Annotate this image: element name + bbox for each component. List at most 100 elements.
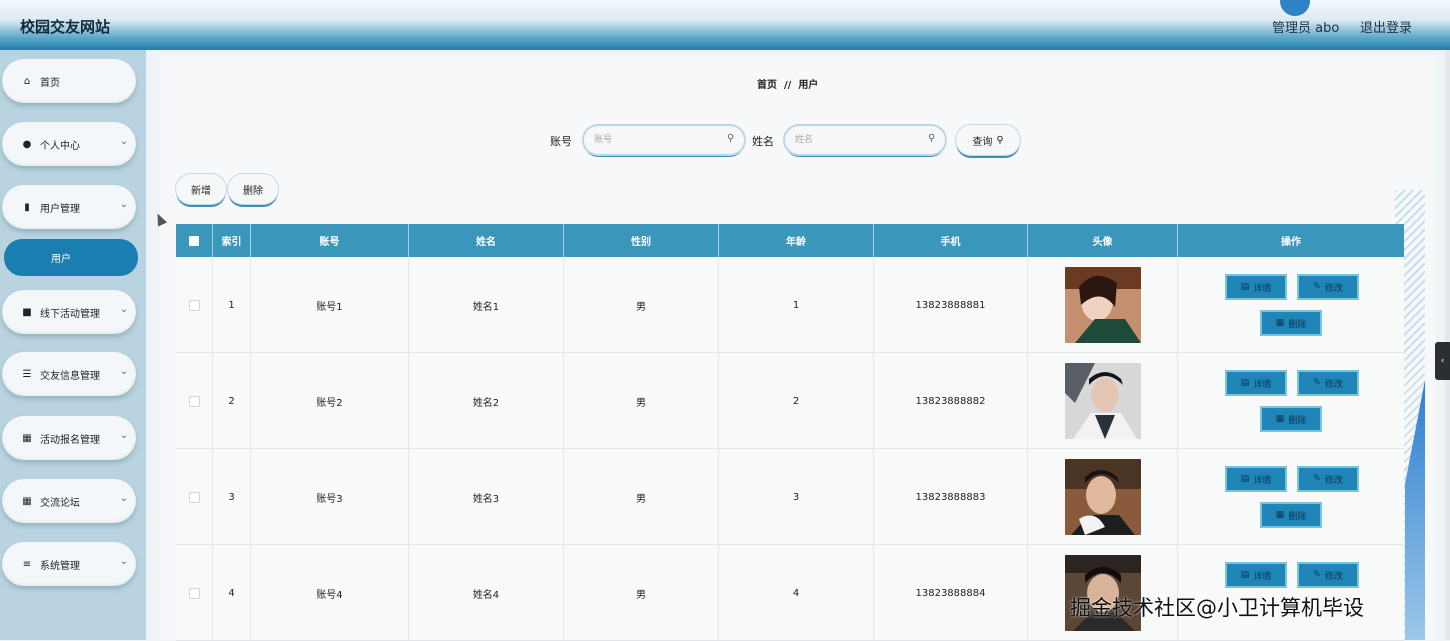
avatar (1280, 0, 1310, 16)
column-header: 性别 (564, 224, 719, 257)
column-header: 姓名 (409, 224, 564, 257)
name-cell: 姓名4 (409, 545, 564, 641)
edit-button[interactable]: ✎ 修改 (1297, 562, 1359, 588)
row-select-cell (176, 353, 213, 449)
chevron-left-icon: ‹ (1440, 356, 1445, 366)
sidebar-item-system[interactable]: ≡ 系统管理 ⌄ (2, 542, 136, 586)
detail-label: 详情 (1253, 571, 1272, 582)
sidebar-item-dating-info[interactable]: ☰ 交友信息管理 ⌄ (2, 352, 136, 396)
avatar-cell (1028, 353, 1178, 449)
edit-icon: ✎ (1313, 282, 1321, 292)
detail-label: 详情 (1253, 475, 1272, 486)
edit-icon: ✎ (1313, 378, 1321, 388)
collapse-tab[interactable]: ‹ (1435, 342, 1450, 380)
sidebar-item-offline-activity[interactable]: ■ 线下活动管理 ⌄ (2, 290, 136, 334)
row-delete-button[interactable]: ▦ 删除 (1260, 502, 1322, 528)
sidebar-subitem-user[interactable]: 用户 (4, 239, 138, 276)
avatar (1064, 363, 1141, 439)
chevron-down-icon: ⌄ (119, 199, 128, 210)
table-header: 索引 账号 姓名 性别 年龄 手机 头像 操作 (176, 224, 1404, 257)
avatar-cell (1028, 449, 1178, 545)
select-all-checkbox[interactable] (189, 235, 199, 246)
index-cell: 3 (213, 449, 251, 545)
sliders-icon: ≡ (22, 558, 32, 570)
detail-button[interactable]: ▤ 详情 (1225, 466, 1287, 492)
breadcrumb-current: 用户 (798, 80, 819, 91)
delete-label: 删除 (1288, 511, 1307, 522)
name-cell: 姓名2 (409, 353, 564, 449)
watermark: 掘金技术社区@小卫计算机毕设 (1070, 596, 1364, 620)
row-checkbox[interactable] (188, 491, 200, 503)
column-header: 索引 (213, 224, 251, 257)
row-checkbox[interactable] (188, 299, 200, 311)
add-button[interactable]: 新增 (176, 174, 226, 204)
chevron-down-icon: ⌄ (119, 556, 128, 567)
top-header: 校园交友网站 管理员 abo 退出登录 (0, 0, 1450, 50)
gender-cell: 男 (564, 449, 719, 545)
gender-cell: 男 (564, 353, 719, 449)
grid-icon: ▦ (22, 432, 32, 444)
sidebar-item-personal-center[interactable]: ● 个人中心 ⌄ (2, 122, 136, 166)
chevron-down-icon: ⌄ (119, 430, 128, 441)
age-cell: 2 (719, 353, 874, 449)
delete-label: 删除 (1288, 415, 1307, 426)
row-checkbox[interactable] (188, 395, 200, 407)
sidebar-item-label: 个人中心 (40, 140, 80, 152)
column-header: 账号 (251, 224, 409, 257)
user-icon: ● (22, 138, 32, 150)
column-header: 操作 (1281, 237, 1301, 248)
column-header: 头像 (1028, 224, 1178, 257)
table-row: 3 账号3 姓名3 男 3 13823888883 ▤ 详情 ✎ 修改 ▦ 删除 (176, 449, 1404, 545)
site-title: 校园交友网站 (20, 18, 111, 36)
search-icon: ⚲ (727, 133, 735, 144)
name-search-input[interactable] (785, 126, 945, 154)
logout-link[interactable]: 退出登录 (1360, 17, 1412, 36)
account-cell: 账号1 (251, 257, 409, 353)
briefcase-icon: ■ (22, 306, 32, 318)
edit-button[interactable]: ✎ 修改 (1297, 370, 1359, 396)
breadcrumb-home[interactable]: 首页 (757, 80, 777, 91)
account-cell: 账号4 (251, 545, 409, 641)
sidebar-item-activity-signup[interactable]: ▦ 活动报名管理 ⌄ (2, 416, 136, 460)
account-search-input[interactable] (584, 126, 744, 154)
detail-button[interactable]: ▤ 详情 (1225, 562, 1287, 588)
sidebar-item-home[interactable]: ⌂ 首页 (2, 59, 136, 103)
avatar (1064, 459, 1141, 535)
search-icon: ⚲ (928, 133, 936, 144)
breadcrumb: 首页 // 用户 (757, 76, 818, 91)
trash-icon: ▦ (1275, 414, 1285, 424)
gender-cell: 男 (564, 257, 719, 353)
detail-button[interactable]: ▤ 详情 (1225, 274, 1287, 300)
sidebar-item-label: 用户管理 (40, 203, 80, 215)
breadcrumb-separator: // (784, 80, 792, 91)
phone-cell: 13823888881 (874, 257, 1028, 353)
delete-button[interactable]: 删除 (228, 174, 278, 204)
row-delete-button[interactable]: ▦ 删除 (1260, 310, 1322, 336)
list-icon: ☰ (22, 368, 32, 380)
row-select-cell (176, 257, 213, 353)
row-checkbox[interactable] (188, 587, 200, 599)
edit-label: 修改 (1324, 283, 1343, 294)
sidebar-item-forum[interactable]: ▦ 交流论坛 ⌄ (2, 479, 136, 523)
avatar-cell (1028, 257, 1178, 353)
clipboard-icon: ▮ (24, 201, 30, 213)
row-delete-button[interactable]: ▦ 删除 (1260, 406, 1322, 432)
name-cell: 姓名3 (409, 449, 564, 545)
chevron-down-icon: ⌄ (119, 366, 128, 377)
detail-icon: ▤ (1240, 474, 1250, 484)
edit-icon: ✎ (1313, 570, 1321, 580)
edit-button[interactable]: ✎ 修改 (1297, 274, 1359, 300)
sidebar-item-user-management[interactable]: ▮ 用户管理 ⌄ (2, 185, 136, 229)
gender-cell: 男 (564, 545, 719, 641)
row-select-cell (176, 545, 213, 641)
select-all-cell (176, 224, 213, 257)
detail-button[interactable]: ▤ 详情 (1225, 370, 1287, 396)
index-cell: 4 (213, 545, 251, 641)
sidebar-item-label: 活动报名管理 (40, 434, 100, 446)
edit-button[interactable]: ✎ 修改 (1297, 466, 1359, 492)
delete-label: 删除 (1288, 319, 1307, 330)
index-cell: 2 (213, 353, 251, 449)
age-cell: 1 (719, 257, 874, 353)
edit-label: 修改 (1324, 379, 1343, 390)
query-button[interactable]: 查询 ⚲ (956, 125, 1020, 155)
